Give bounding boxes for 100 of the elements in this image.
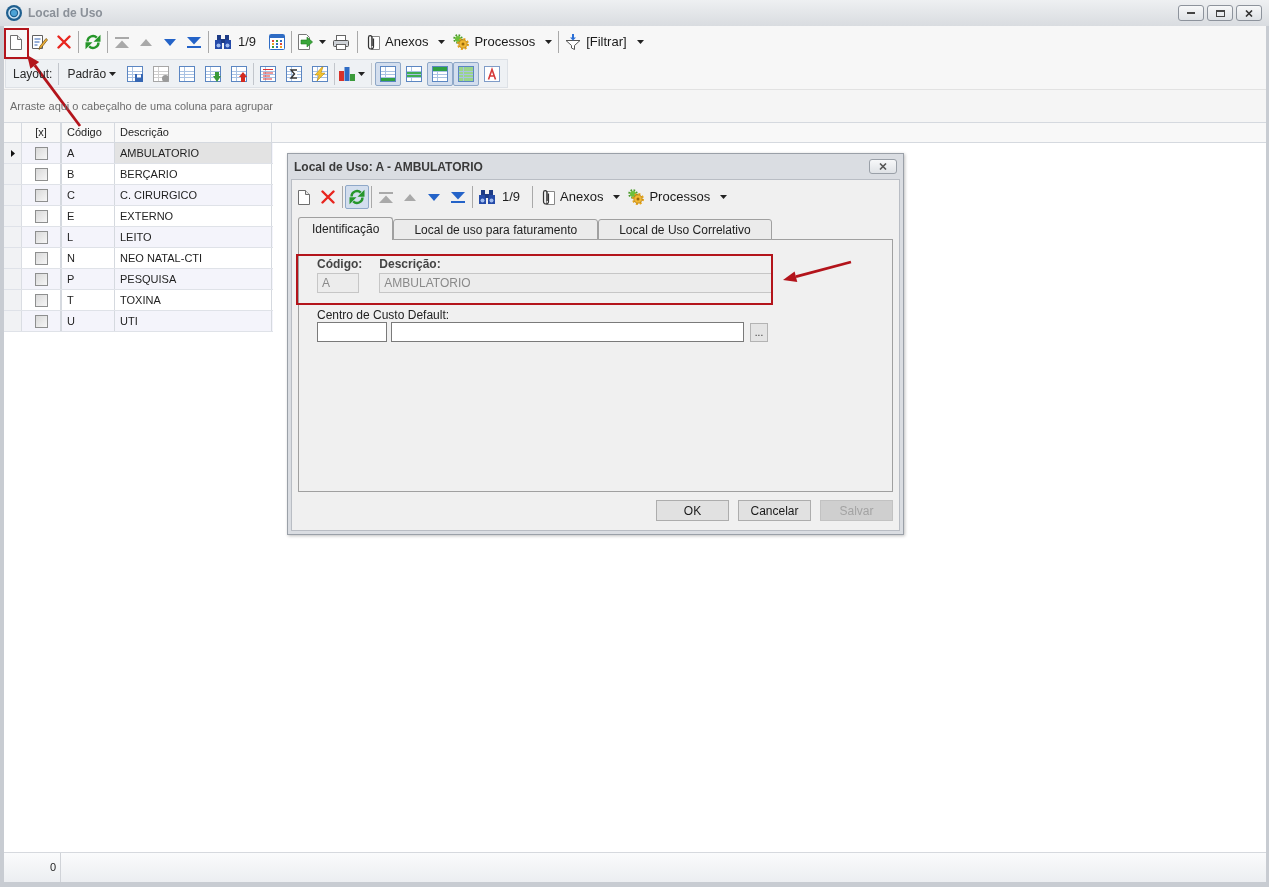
cost-center-name-field[interactable] bbox=[391, 322, 744, 342]
checkbox[interactable] bbox=[34, 188, 48, 202]
checkbox[interactable] bbox=[34, 146, 48, 160]
grid-row[interactable]: B BERÇARIO bbox=[4, 164, 273, 185]
table-cell-text: PESQUISA bbox=[120, 271, 177, 287]
checkbox[interactable] bbox=[34, 272, 48, 286]
table-cell-text: UTI bbox=[120, 313, 138, 329]
grid-row[interactable]: E EXTERNO bbox=[4, 206, 273, 227]
grid-row[interactable]: T TOXINA bbox=[4, 290, 273, 311]
table-up-arrow-icon bbox=[231, 65, 248, 82]
checkbox[interactable] bbox=[34, 167, 48, 181]
triangle-down-icon bbox=[428, 193, 440, 201]
column-header[interactable]: Descrição bbox=[115, 123, 272, 142]
record-count: 0 bbox=[49, 860, 56, 876]
refresh-button[interactable] bbox=[345, 185, 369, 209]
caret-icon bbox=[613, 195, 621, 199]
table-cell-text: L bbox=[67, 229, 74, 245]
refresh-icon bbox=[349, 189, 365, 205]
dialog-close-button[interactable] bbox=[869, 159, 897, 174]
grid-row[interactable]: P PESQUISA bbox=[4, 269, 273, 290]
caret-icon bbox=[636, 40, 644, 44]
minimize-icon bbox=[1187, 12, 1195, 14]
printer-icon bbox=[333, 34, 350, 50]
window-title: Local de Uso bbox=[28, 5, 103, 22]
paperclip-icon bbox=[541, 189, 556, 205]
close-button[interactable] bbox=[1236, 5, 1262, 21]
maximize-icon bbox=[1215, 9, 1225, 17]
ok-button[interactable]: OK bbox=[656, 500, 729, 521]
table-cell-text: BERÇARIO bbox=[120, 166, 178, 182]
field-label: Descrição: bbox=[379, 256, 442, 271]
triangle-up-icon bbox=[140, 38, 152, 46]
table-cell-text: U bbox=[67, 313, 75, 329]
paperclip-icon bbox=[366, 34, 381, 50]
app-logo-icon bbox=[6, 5, 22, 21]
column-header[interactable]: Código bbox=[62, 123, 115, 142]
field-label: Código: bbox=[317, 256, 363, 271]
skip-to-last-icon bbox=[451, 191, 465, 203]
table-cell-text: P bbox=[67, 271, 75, 287]
processes-menu-button[interactable]: Processos bbox=[624, 185, 732, 209]
maximize-button[interactable] bbox=[1207, 5, 1233, 21]
close-icon bbox=[1245, 9, 1253, 17]
layout-preset-dropdown[interactable]: Padrão bbox=[65, 62, 119, 85]
caret-icon bbox=[720, 195, 728, 199]
binoculars-icon bbox=[215, 35, 231, 49]
table-striped-icon bbox=[458, 65, 475, 82]
tab[interactable]: Identificação bbox=[298, 217, 394, 240]
delete-icon bbox=[321, 190, 335, 204]
checkbox[interactable] bbox=[34, 209, 48, 223]
table-cell-text: C. CIRURGICO bbox=[120, 187, 197, 203]
checkbox[interactable] bbox=[34, 230, 48, 244]
funnel-icon bbox=[565, 34, 582, 50]
dialog-title: Local de Uso: A - AMBULATORIO bbox=[294, 158, 483, 176]
cost-center-code-field[interactable] bbox=[317, 322, 387, 342]
table-cell-text: E bbox=[67, 208, 75, 224]
delete-icon bbox=[57, 35, 71, 49]
cancel-button[interactable]: Cancelar bbox=[738, 500, 811, 521]
minimize-button[interactable] bbox=[1178, 5, 1204, 21]
table-lightning-icon bbox=[312, 65, 329, 82]
tab[interactable]: Local de uso para faturamento bbox=[393, 219, 599, 240]
attachments-menu-button[interactable]: Anexos bbox=[362, 30, 450, 54]
close-icon bbox=[879, 163, 887, 170]
caret-icon bbox=[319, 40, 327, 44]
table-footer-icon bbox=[380, 65, 397, 82]
export-icon bbox=[297, 34, 314, 50]
table-disabled-icon bbox=[153, 65, 170, 82]
skip-to-last-icon bbox=[187, 36, 201, 48]
table-cell-text: N bbox=[67, 250, 75, 266]
annotation-arrow bbox=[783, 260, 852, 282]
checkbox[interactable] bbox=[34, 314, 48, 328]
filter-menu-button[interactable]: [Filtrar] bbox=[561, 30, 648, 54]
grid-row[interactable]: U UTI bbox=[4, 311, 273, 332]
table-save-icon bbox=[127, 65, 144, 82]
field-label: Centro de Custo Default: bbox=[317, 307, 451, 320]
attachments-menu-button[interactable]: Anexos bbox=[537, 185, 625, 209]
triangle-down-icon bbox=[164, 38, 176, 46]
tab[interactable]: Local de Uso Correlativo bbox=[598, 219, 772, 240]
view-toggle-button[interactable] bbox=[375, 61, 402, 86]
checkbox[interactable] bbox=[34, 251, 48, 265]
grid-row[interactable]: N NEO NATAL-CTI bbox=[4, 248, 273, 269]
grid-row[interactable]: L LEITO bbox=[4, 227, 273, 248]
grid-row[interactable]: A AMBULATORIO bbox=[4, 143, 273, 164]
binoculars-icon bbox=[479, 190, 495, 204]
table-cell-text: T bbox=[67, 292, 74, 308]
view-toggle-button[interactable] bbox=[453, 61, 480, 86]
font-icon bbox=[484, 65, 501, 82]
caret-icon bbox=[545, 40, 553, 44]
table-cell-text: LEITO bbox=[120, 229, 152, 245]
table-lines-icon bbox=[260, 65, 277, 82]
edit-document-icon bbox=[32, 34, 48, 50]
bar-chart-icon bbox=[339, 66, 356, 81]
processes-menu-button[interactable]: Processos bbox=[449, 30, 557, 54]
table-down-arrow-icon bbox=[205, 65, 222, 82]
table-cell-text: TOXINA bbox=[120, 292, 161, 308]
checkbox[interactable] bbox=[34, 293, 48, 307]
table-icon bbox=[179, 65, 196, 82]
grid-row[interactable]: C C. CIRURGICO bbox=[4, 185, 273, 206]
lookup-button[interactable]: ... bbox=[750, 322, 768, 342]
grid-calendar-icon bbox=[269, 34, 286, 50]
view-toggle-button[interactable] bbox=[427, 61, 454, 86]
gears-icon bbox=[628, 189, 645, 205]
